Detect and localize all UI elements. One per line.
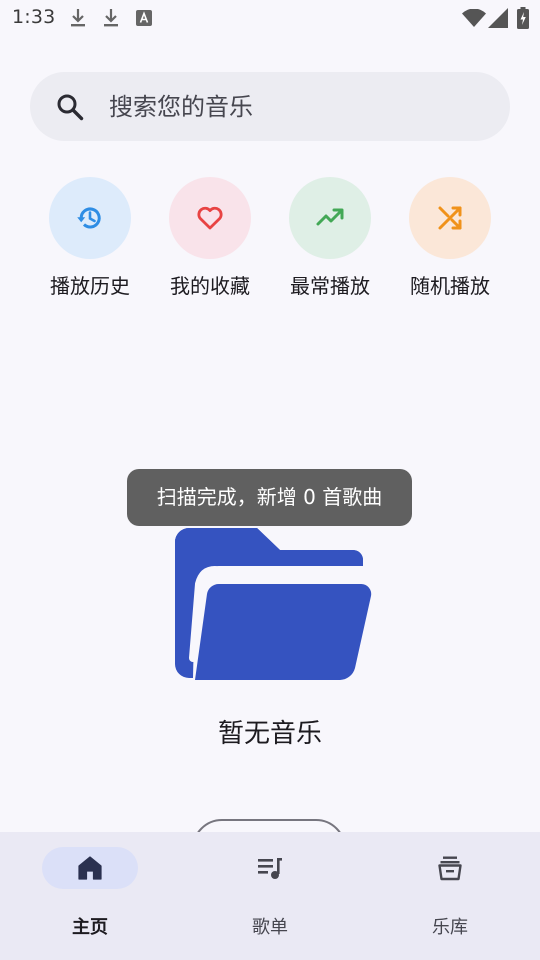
nav-label-library: 乐库: [432, 917, 468, 938]
nav-label-playlists: 歌单: [252, 917, 288, 938]
nav-item-home[interactable]: 主页: [0, 832, 180, 960]
app-screen: 1:33 搜索您的音乐 播放历史 我的收藏 最常播放 随机播放 暂无音乐 扫描完…: [0, 0, 540, 960]
quick-action-most-played[interactable]: 最常播放: [270, 177, 390, 307]
nav-label-home: 主页: [72, 917, 108, 938]
nav-item-library[interactable]: 乐库: [360, 832, 540, 960]
search-input[interactable]: 搜索您的音乐: [30, 72, 510, 141]
download-icon: [71, 9, 85, 27]
shuffle-button[interactable]: [409, 177, 491, 259]
nav-item-playlists[interactable]: 歌单: [180, 832, 360, 960]
quick-action-label: 最常播放: [290, 274, 370, 298]
history-icon: [77, 207, 101, 229]
signal-icon: [488, 8, 508, 28]
status-time: 1:33: [12, 6, 56, 28]
search-icon: [57, 94, 84, 121]
quick-action-label: 随机播放: [410, 274, 490, 298]
library-icon: [438, 856, 462, 881]
quick-action-favorites[interactable]: 我的收藏: [150, 177, 270, 307]
quick-action-history[interactable]: 播放历史: [30, 177, 150, 307]
quick-action-label: 我的收藏: [170, 274, 250, 298]
quick-action-shuffle[interactable]: 随机播放: [390, 177, 510, 307]
wifi-icon: [462, 9, 486, 27]
trending-up-icon: [316, 208, 344, 226]
folder-open-icon: [175, 528, 372, 680]
history-button[interactable]: [49, 177, 131, 259]
most-played-button[interactable]: [289, 177, 371, 259]
favorites-button[interactable]: [169, 177, 251, 259]
empty-state-text: 暂无音乐: [217, 719, 322, 749]
search-placeholder: 搜索您的音乐: [109, 93, 253, 121]
download-icon: [104, 9, 118, 27]
playlist-icon: [258, 858, 282, 879]
toast-message: 扫描完成，新增 0 首歌曲: [127, 469, 412, 526]
heart-icon: [197, 206, 223, 230]
battery-charging-icon: [517, 7, 529, 29]
status-bar: 1:33: [0, 0, 540, 36]
keyboard-a-icon: [136, 10, 152, 26]
quick-action-label: 播放历史: [50, 274, 130, 298]
bottom-navigation: 主页 歌单 乐库: [0, 832, 540, 960]
home-icon: [78, 856, 102, 880]
shuffle-icon: [438, 206, 462, 230]
